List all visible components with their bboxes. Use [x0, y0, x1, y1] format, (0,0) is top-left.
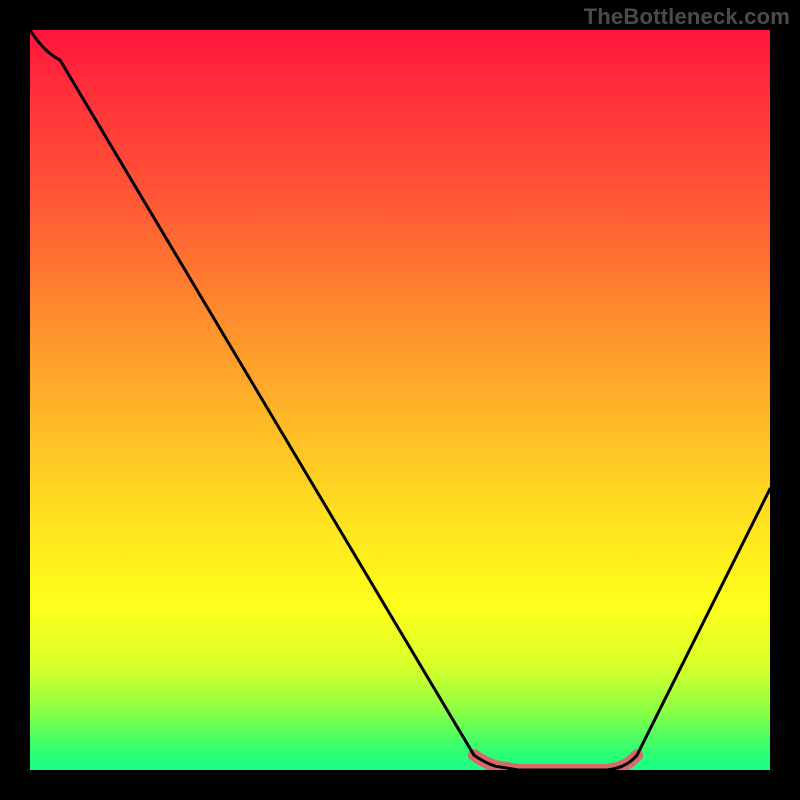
- watermark-text: TheBottleneck.com: [584, 4, 790, 30]
- bottleneck-curve-svg: [30, 30, 770, 770]
- bottleneck-curve-line: [30, 30, 770, 770]
- chart-frame: TheBottleneck.com: [0, 0, 800, 800]
- plot-area: [30, 30, 770, 770]
